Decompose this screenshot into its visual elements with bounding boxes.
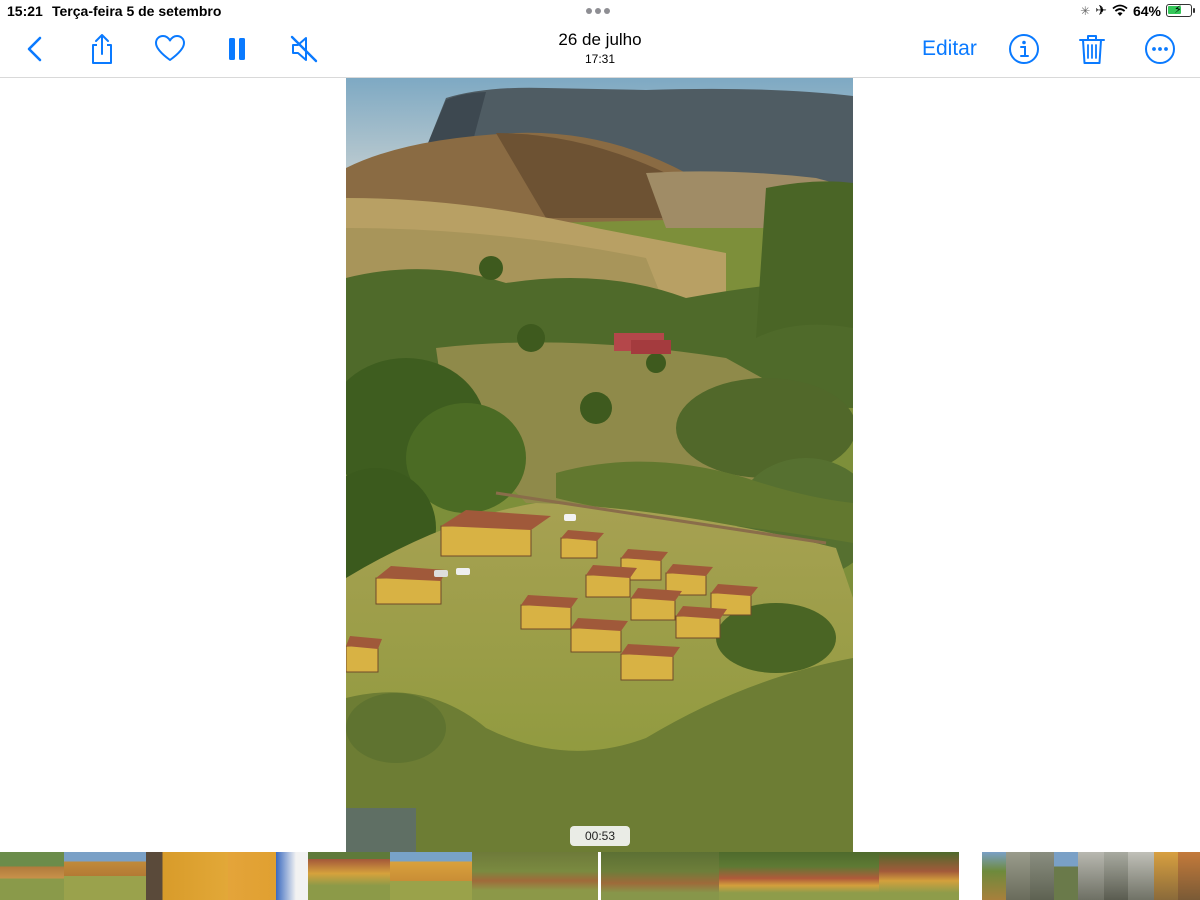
filmstrip-thumbnail[interactable] xyxy=(228,852,308,900)
landscape-image xyxy=(346,78,853,852)
filmstrip-thumbnail[interactable] xyxy=(879,852,959,900)
filmstrip-thumbnail[interactable] xyxy=(719,852,879,900)
filmstrip-thumbnail[interactable] xyxy=(1154,852,1178,900)
more-icon[interactable] xyxy=(1143,32,1177,66)
filmstrip-thumbnail[interactable] xyxy=(1128,852,1154,900)
photo-date: 26 de julho xyxy=(558,30,642,49)
status-indicators: ✳ ✈ 64% ⚡ xyxy=(1080,2,1195,19)
video-frame[interactable] xyxy=(346,78,853,852)
share-icon[interactable] xyxy=(85,32,119,66)
filmstrip-thumbnail[interactable] xyxy=(1054,852,1078,900)
filmstrip-thumbnail[interactable] xyxy=(1006,852,1030,900)
filmstrip-thumbnail[interactable] xyxy=(64,852,146,900)
status-time: 15:21 xyxy=(7,3,43,19)
multitasking-grabber[interactable] xyxy=(586,8,610,14)
filmstrip-thumbnail[interactable] xyxy=(1178,852,1200,900)
info-icon[interactable] xyxy=(1007,32,1041,66)
photo-time: 17:31 xyxy=(584,52,616,66)
filmstrip-thumbnail[interactable] xyxy=(1078,852,1104,900)
filmstrip-thumbnail[interactable] xyxy=(390,852,472,900)
airplane-mode-icon: ✈ xyxy=(1095,2,1107,18)
heart-icon[interactable] xyxy=(153,32,187,66)
video-timestamp: 00:53 xyxy=(570,826,630,846)
photo-toolbar: 26 de julho 17:31 Editar xyxy=(0,22,1200,78)
battery-percent: 64% xyxy=(1132,2,1161,19)
photo-date-title: 26 de julho 17:31 xyxy=(500,30,700,66)
back-chevron-icon[interactable] xyxy=(18,32,52,66)
filmstrip-thumbnail[interactable] xyxy=(982,852,1006,900)
battery-icon: ⚡ xyxy=(1166,4,1195,17)
wifi-icon xyxy=(1112,4,1128,16)
mute-icon[interactable] xyxy=(287,32,321,66)
status-date: Terça-feira 5 de setembro xyxy=(52,3,222,19)
filmstrip-thumbnail[interactable] xyxy=(601,852,719,900)
trash-icon[interactable] xyxy=(1075,32,1109,66)
activity-spinner-icon: ✳ xyxy=(1080,3,1091,18)
filmstrip-thumbnail[interactable] xyxy=(1030,852,1054,900)
pause-icon[interactable] xyxy=(220,32,254,66)
filmstrip-thumbnail[interactable] xyxy=(0,852,64,900)
status-bar: 15:21 Terça-feira 5 de setembro ✳ ✈ 64% … xyxy=(0,0,1200,22)
filmstrip-playhead[interactable] xyxy=(598,852,601,900)
filmstrip-thumbnail[interactable] xyxy=(1104,852,1128,900)
filmstrip-thumbnail[interactable] xyxy=(146,852,228,900)
filmstrip-thumbnail[interactable] xyxy=(308,852,390,900)
filmstrip-thumbnail[interactable] xyxy=(472,852,598,900)
edit-button[interactable]: Editar xyxy=(922,37,977,61)
